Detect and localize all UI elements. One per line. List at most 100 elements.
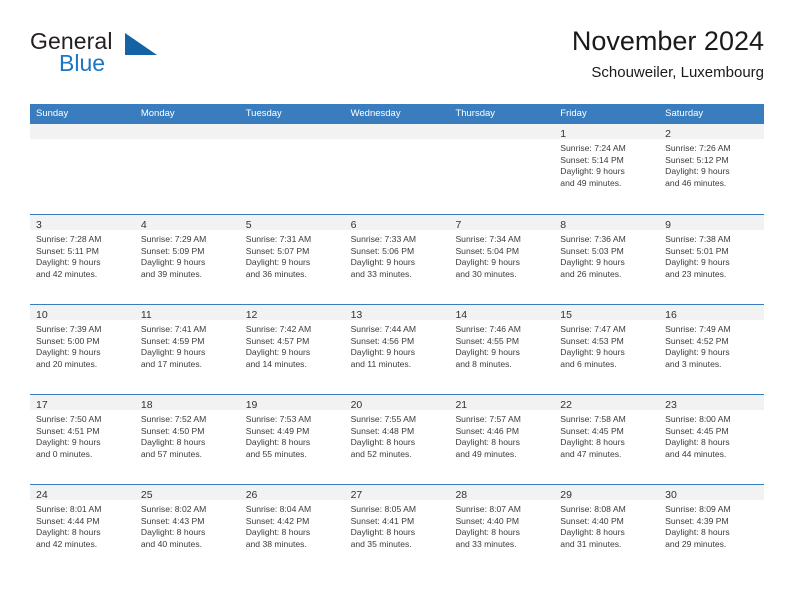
day-cell[interactable]: 12 Sunrise: 7:42 AM Sunset: 4:57 PM Dayligh…: [239, 305, 345, 394]
day-number: 10: [36, 309, 48, 321]
daylight-text-line1: Daylight: 9 hours: [350, 257, 416, 268]
day-cell[interactable]: 21 Sunrise: 7:57 AM Sunset: 4:46 PM Dayligh…: [449, 395, 555, 484]
daylight-text-line1: Daylight: 9 hours: [140, 347, 206, 358]
sunrise-text: Sunrise: 8:04 AM: [245, 504, 312, 514]
sunset-text: Sunset: 4:59 PM: [140, 335, 205, 346]
daylight-text-line2: and 23 minutes.: [665, 268, 727, 279]
day-number: 14: [455, 309, 468, 321]
day-info: Sunrise: 7:33 AM Sunset: 5:06 PM Daylight:…: [345, 230, 450, 280]
day-cell[interactable]: 10 Sunrise: 7:39 AM Sunset: 5:00 PM Dayligh…: [30, 305, 135, 394]
day-cell[interactable]: 23 Sunrise: 8:00 AM Sunset: 4:45 PM Dayligh…: [659, 395, 765, 484]
day-cell[interactable]: 22 Sunrise: 7:58 AM Sunset: 4:45 PM Dayligh…: [554, 395, 660, 484]
day-number-band: 26: [239, 485, 345, 501]
day-number-band: [344, 124, 450, 139]
day-cell[interactable]: 5 Sunrise: 7:31 AM Sunset: 5:07 PM Daylight…: [239, 215, 345, 304]
day-cell[interactable]: 11 Sunrise: 7:41 AM Sunset: 4:59 PM Dayligh…: [134, 305, 240, 394]
sunrise-text: Sunrise: 7:53 AM: [245, 414, 312, 424]
day-info: Sunrise: 7:29 AM Sunset: 5:09 PM Daylight:…: [135, 230, 240, 280]
day-cell[interactable]: 4 Sunrise: 7:29 AM Sunset: 5:09 PM Daylight…: [134, 215, 240, 304]
daylight-text-line1: Daylight: 8 hours: [560, 527, 625, 538]
brand-logo[interactable]: General Blue: [30, 28, 230, 88]
weekday-header-thursday: Thursday: [455, 108, 496, 119]
day-number: 12: [245, 309, 258, 321]
daylight-text-line1: Daylight: 8 hours: [350, 437, 416, 448]
sunset-text: Sunset: 4:40 PM: [560, 515, 624, 526]
daylight-text-line2: and 17 minutes.: [140, 358, 203, 369]
calendar-week-row: 3 Sunrise: 7:28 AM Sunset: 5:11 PM Daylight…: [30, 214, 765, 304]
day-cell[interactable]: 3 Sunrise: 7:28 AM Sunset: 5:11 PM Daylight…: [30, 215, 135, 304]
day-info: Sunrise: 7:31 AM Sunset: 5:07 PM Daylight:…: [240, 230, 345, 280]
day-cell[interactable]: 13 Sunrise: 7:44 AM Sunset: 4:56 PM Dayligh…: [344, 305, 450, 394]
sunrise-text: Sunrise: 8:05 AM: [350, 504, 417, 514]
daylight-text-line2: and 42 minutes.: [36, 268, 98, 279]
day-info: Sunrise: 8:04 AM Sunset: 4:42 PM Daylight:…: [240, 500, 345, 550]
day-info: Sunrise: 7:47 AM Sunset: 4:53 PM Daylight:…: [554, 320, 659, 370]
calendar-week-row: 17 Sunrise: 7:50 AM Sunset: 4:51 PM Dayligh…: [30, 394, 765, 484]
page-header: General Blue November 2024 Schouweiler, …: [30, 24, 764, 96]
sunrise-text: Sunrise: 7:38 AM: [665, 234, 731, 244]
daylight-text-line1: Daylight: 8 hours: [665, 437, 730, 448]
daylight-text-line1: Daylight: 9 hours: [455, 347, 520, 358]
daylight-text-line1: Daylight: 8 hours: [665, 527, 730, 538]
calendar-grid: Sunday Monday Tuesday Wednesday Thursday Frid…: [30, 104, 765, 574]
day-info: Sunrise: 7:49 AM Sunset: 4:52 PM Daylight:…: [659, 320, 764, 370]
day-cell[interactable]: 19 Sunrise: 7:53 AM Sunset: 4:49 PM Dayligh…: [239, 395, 345, 484]
day-cell[interactable]: 15 Sunrise: 7:47 AM Sunset: 4:53 PM Dayligh…: [554, 305, 660, 394]
day-number-band: 8: [554, 215, 660, 231]
sunrise-text: Sunrise: 7:33 AM: [350, 234, 417, 244]
sunrise-text: Sunrise: 7:42 AM: [245, 324, 312, 334]
sunrise-text: Sunrise: 8:00 AM: [665, 414, 731, 424]
day-cell[interactable]: 9 Sunrise: 7:38 AM Sunset: 5:01 PM Daylight…: [659, 215, 765, 304]
daylight-text-line2: and 55 minutes.: [245, 448, 307, 459]
sunset-text: Sunset: 4:43 PM: [140, 515, 205, 526]
day-cell[interactable]: 30 Sunrise: 8:09 AM Sunset: 4:39 PM Dayligh…: [659, 485, 765, 574]
day-cell-empty: [239, 124, 345, 214]
daylight-text-line2: and 57 minutes.: [140, 448, 203, 459]
daylight-text-line2: and 39 minutes.: [140, 268, 203, 279]
day-cell[interactable]: 18 Sunrise: 7:52 AM Sunset: 4:50 PM Dayligh…: [134, 395, 240, 484]
day-cell[interactable]: 20 Sunrise: 7:55 AM Sunset: 4:48 PM Dayligh…: [344, 395, 450, 484]
sunrise-text: Sunrise: 7:26 AM: [665, 143, 731, 153]
day-cell[interactable]: 8 Sunrise: 7:36 AM Sunset: 5:03 PM Daylight…: [554, 215, 660, 304]
calendar-week-row: 1 Sunrise: 7:24 AM Sunset: 5:14 PM Daylight…: [30, 124, 765, 214]
day-cell[interactable]: 2 Sunrise: 7:26 AM Sunset: 5:12 PM Daylight…: [659, 124, 765, 214]
day-info: Sunrise: 7:42 AM Sunset: 4:57 PM Daylight:…: [240, 320, 345, 370]
daylight-text-line1: Daylight: 9 hours: [245, 257, 311, 268]
day-number-band: 23: [659, 395, 765, 411]
day-number: 22: [560, 399, 572, 411]
day-cell[interactable]: 6 Sunrise: 7:33 AM Sunset: 5:06 PM Daylight…: [344, 215, 450, 304]
day-number-band: 4: [134, 215, 240, 231]
page-subtitle: Schouweiler, Luxembourg: [591, 64, 764, 81]
sunset-text: Sunset: 4:49 PM: [245, 425, 310, 436]
day-cell[interactable]: 14 Sunrise: 7:46 AM Sunset: 4:55 PM Dayligh…: [449, 305, 555, 394]
sunset-text: Sunset: 5:09 PM: [140, 245, 205, 256]
day-cell[interactable]: 27 Sunrise: 8:05 AM Sunset: 4:41 PM Dayligh…: [344, 485, 450, 574]
sunrise-text: Sunrise: 7:58 AM: [560, 414, 626, 424]
day-info: Sunrise: 7:28 AM Sunset: 5:11 PM Daylight:…: [30, 230, 135, 280]
day-cell[interactable]: 16 Sunrise: 7:49 AM Sunset: 4:52 PM Dayligh…: [659, 305, 765, 394]
daylight-text-line2: and 40 minutes.: [140, 538, 203, 549]
day-info: Sunrise: 7:39 AM Sunset: 5:00 PM Daylight:…: [30, 320, 135, 370]
day-cell[interactable]: 24 Sunrise: 8:01 AM Sunset: 4:44 PM Dayligh…: [30, 485, 135, 574]
sunrise-text: Sunrise: 7:57 AM: [455, 414, 521, 424]
day-cell[interactable]: 1 Sunrise: 7:24 AM Sunset: 5:14 PM Daylight…: [554, 124, 660, 214]
day-number: 20: [350, 399, 363, 411]
daylight-text-line2: and 26 minutes.: [560, 268, 622, 279]
sunset-text: Sunset: 4:45 PM: [560, 425, 624, 436]
day-cell-empty: [344, 124, 450, 214]
day-number-band: 16: [659, 305, 765, 321]
day-cell[interactable]: 29 Sunrise: 8:08 AM Sunset: 4:40 PM Dayligh…: [554, 485, 660, 574]
day-number: 5: [245, 219, 252, 231]
day-cell[interactable]: 7 Sunrise: 7:34 AM Sunset: 5:04 PM Daylight…: [449, 215, 555, 304]
day-cell[interactable]: 26 Sunrise: 8:04 AM Sunset: 4:42 PM Dayligh…: [239, 485, 345, 574]
day-number-band: 3: [30, 215, 135, 231]
day-number-band: 28: [449, 485, 555, 501]
day-info: Sunrise: 7:38 AM Sunset: 5:01 PM Daylight:…: [659, 230, 764, 280]
day-cell[interactable]: 25 Sunrise: 8:02 AM Sunset: 4:43 PM Dayligh…: [134, 485, 240, 574]
sunset-text: Sunset: 4:46 PM: [455, 425, 519, 436]
day-cell[interactable]: 28 Sunrise: 8:07 AM Sunset: 4:40 PM Dayligh…: [449, 485, 555, 574]
day-number: 9: [665, 219, 671, 231]
day-number: 16: [665, 309, 677, 321]
day-cell[interactable]: 17 Sunrise: 7:50 AM Sunset: 4:51 PM Dayligh…: [30, 395, 135, 484]
calendar-week-row: 24 Sunrise: 8:01 AM Sunset: 4:44 PM Dayligh…: [30, 484, 765, 574]
